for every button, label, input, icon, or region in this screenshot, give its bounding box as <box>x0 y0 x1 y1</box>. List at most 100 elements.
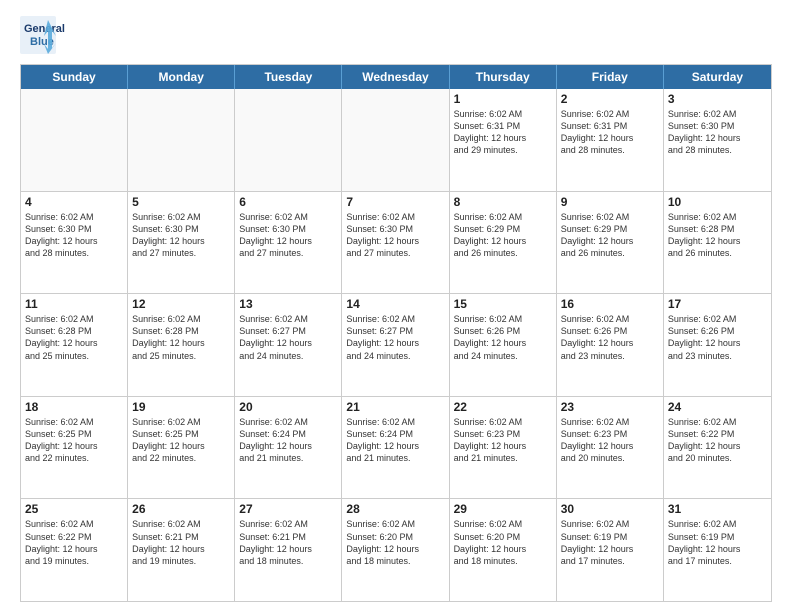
calendar-cell: 8 Sunrise: 6:02 AM Sunset: 6:29 PM Daylig… <box>450 192 557 294</box>
calendar-cell: 11 Sunrise: 6:02 AM Sunset: 6:28 PM Dayli… <box>21 294 128 396</box>
calendar-cell: 18 Sunrise: 6:02 AM Sunset: 6:25 PM Dayli… <box>21 397 128 499</box>
calendar-cell <box>128 89 235 191</box>
calendar-cell: 23 Sunrise: 6:02 AM Sunset: 6:23 PM Dayli… <box>557 397 664 499</box>
cell-day-number: 23 <box>561 400 659 414</box>
cell-day-number: 1 <box>454 92 552 106</box>
cell-content: Sunrise: 6:02 AM Sunset: 6:26 PM Dayligh… <box>668 313 767 362</box>
cell-day-number: 12 <box>132 297 230 311</box>
logo-svg: General Blue <box>20 16 110 56</box>
cell-content: Sunrise: 6:02 AM Sunset: 6:30 PM Dayligh… <box>25 211 123 260</box>
cell-day-number: 6 <box>239 195 337 209</box>
calendar-row-4: 25 Sunrise: 6:02 AM Sunset: 6:22 PM Dayli… <box>21 499 771 601</box>
calendar-row-1: 4Sunrise: 6:02 AM Sunset: 6:30 PM Daylig… <box>21 192 771 295</box>
cell-content: Sunrise: 6:02 AM Sunset: 6:23 PM Dayligh… <box>454 416 552 465</box>
cell-day-number: 10 <box>668 195 767 209</box>
cell-content: Sunrise: 6:02 AM Sunset: 6:26 PM Dayligh… <box>561 313 659 362</box>
cell-content: Sunrise: 6:02 AM Sunset: 6:28 PM Dayligh… <box>25 313 123 362</box>
calendar-cell: 1 Sunrise: 6:02 AM Sunset: 6:31 PM Daylig… <box>450 89 557 191</box>
calendar-row-2: 11 Sunrise: 6:02 AM Sunset: 6:28 PM Dayli… <box>21 294 771 397</box>
calendar-cell: 12 Sunrise: 6:02 AM Sunset: 6:28 PM Dayli… <box>128 294 235 396</box>
cell-day-number: 7 <box>346 195 444 209</box>
cell-content: Sunrise: 6:02 AM Sunset: 6:19 PM Dayligh… <box>668 518 767 567</box>
cell-day-number: 26 <box>132 502 230 516</box>
cell-day-number: 19 <box>132 400 230 414</box>
calendar-cell: 26 Sunrise: 6:02 AM Sunset: 6:21 PM Dayli… <box>128 499 235 601</box>
calendar-cell: 9Sunrise: 6:02 AM Sunset: 6:29 PM Daylig… <box>557 192 664 294</box>
svg-text:General: General <box>24 23 65 35</box>
cell-day-number: 15 <box>454 297 552 311</box>
calendar-cell <box>342 89 449 191</box>
cell-day-number: 18 <box>25 400 123 414</box>
day-name-wednesday: Wednesday <box>342 65 449 89</box>
calendar-cell: 31 Sunrise: 6:02 AM Sunset: 6:19 PM Dayli… <box>664 499 771 601</box>
calendar-cell: 20Sunrise: 6:02 AM Sunset: 6:24 PM Dayli… <box>235 397 342 499</box>
cell-content: Sunrise: 6:02 AM Sunset: 6:28 PM Dayligh… <box>668 211 767 260</box>
cell-content: Sunrise: 6:02 AM Sunset: 6:20 PM Dayligh… <box>454 518 552 567</box>
calendar-header: SundayMondayTuesdayWednesdayThursdayFrid… <box>21 65 771 89</box>
day-name-tuesday: Tuesday <box>235 65 342 89</box>
calendar-cell: 6Sunrise: 6:02 AM Sunset: 6:30 PM Daylig… <box>235 192 342 294</box>
calendar-cell: 24Sunrise: 6:02 AM Sunset: 6:22 PM Dayli… <box>664 397 771 499</box>
cell-content: Sunrise: 6:02 AM Sunset: 6:22 PM Dayligh… <box>25 518 123 567</box>
cell-content: Sunrise: 6:02 AM Sunset: 6:24 PM Dayligh… <box>239 416 337 465</box>
calendar-cell: 22 Sunrise: 6:02 AM Sunset: 6:23 PM Dayli… <box>450 397 557 499</box>
cell-day-number: 22 <box>454 400 552 414</box>
cell-content: Sunrise: 6:02 AM Sunset: 6:31 PM Dayligh… <box>454 108 552 157</box>
calendar-cell: 21Sunrise: 6:02 AM Sunset: 6:24 PM Dayli… <box>342 397 449 499</box>
calendar-cell: 3 Sunrise: 6:02 AM Sunset: 6:30 PM Daylig… <box>664 89 771 191</box>
cell-day-number: 5 <box>132 195 230 209</box>
calendar-cell: 19Sunrise: 6:02 AM Sunset: 6:25 PM Dayli… <box>128 397 235 499</box>
cell-day-number: 13 <box>239 297 337 311</box>
logo: General Blue <box>20 16 110 56</box>
cell-day-number: 11 <box>25 297 123 311</box>
calendar-cell <box>235 89 342 191</box>
page: General Blue SundayMondayTuesdayWednesda… <box>0 0 792 612</box>
calendar-cell: 10 Sunrise: 6:02 AM Sunset: 6:28 PM Dayli… <box>664 192 771 294</box>
cell-content: Sunrise: 6:02 AM Sunset: 6:29 PM Dayligh… <box>454 211 552 260</box>
day-name-thursday: Thursday <box>450 65 557 89</box>
day-name-sunday: Sunday <box>21 65 128 89</box>
calendar-cell: 16Sunrise: 6:02 AM Sunset: 6:26 PM Dayli… <box>557 294 664 396</box>
calendar-cell: 17 Sunrise: 6:02 AM Sunset: 6:26 PM Dayli… <box>664 294 771 396</box>
cell-day-number: 3 <box>668 92 767 106</box>
cell-day-number: 2 <box>561 92 659 106</box>
calendar-cell: 27Sunrise: 6:02 AM Sunset: 6:21 PM Dayli… <box>235 499 342 601</box>
cell-day-number: 14 <box>346 297 444 311</box>
cell-day-number: 8 <box>454 195 552 209</box>
cell-day-number: 28 <box>346 502 444 516</box>
header: General Blue <box>20 16 772 56</box>
calendar-cell: 4Sunrise: 6:02 AM Sunset: 6:30 PM Daylig… <box>21 192 128 294</box>
cell-content: Sunrise: 6:02 AM Sunset: 6:30 PM Dayligh… <box>346 211 444 260</box>
cell-day-number: 17 <box>668 297 767 311</box>
calendar-body: 1 Sunrise: 6:02 AM Sunset: 6:31 PM Daylig… <box>21 89 771 601</box>
cell-content: Sunrise: 6:02 AM Sunset: 6:24 PM Dayligh… <box>346 416 444 465</box>
calendar: SundayMondayTuesdayWednesdayThursdayFrid… <box>20 64 772 602</box>
cell-content: Sunrise: 6:02 AM Sunset: 6:27 PM Dayligh… <box>346 313 444 362</box>
calendar-cell: 7 Sunrise: 6:02 AM Sunset: 6:30 PM Daylig… <box>342 192 449 294</box>
cell-content: Sunrise: 6:02 AM Sunset: 6:23 PM Dayligh… <box>561 416 659 465</box>
day-name-saturday: Saturday <box>664 65 771 89</box>
cell-content: Sunrise: 6:02 AM Sunset: 6:22 PM Dayligh… <box>668 416 767 465</box>
cell-day-number: 29 <box>454 502 552 516</box>
calendar-cell: 13 Sunrise: 6:02 AM Sunset: 6:27 PM Dayli… <box>235 294 342 396</box>
cell-content: Sunrise: 6:02 AM Sunset: 6:21 PM Dayligh… <box>132 518 230 567</box>
calendar-cell: 15Sunrise: 6:02 AM Sunset: 6:26 PM Dayli… <box>450 294 557 396</box>
calendar-cell: 5Sunrise: 6:02 AM Sunset: 6:30 PM Daylig… <box>128 192 235 294</box>
cell-day-number: 25 <box>25 502 123 516</box>
calendar-cell <box>21 89 128 191</box>
day-name-friday: Friday <box>557 65 664 89</box>
cell-content: Sunrise: 6:02 AM Sunset: 6:20 PM Dayligh… <box>346 518 444 567</box>
calendar-cell: 29 Sunrise: 6:02 AM Sunset: 6:20 PM Dayli… <box>450 499 557 601</box>
cell-day-number: 9 <box>561 195 659 209</box>
calendar-row-3: 18 Sunrise: 6:02 AM Sunset: 6:25 PM Dayli… <box>21 397 771 500</box>
calendar-row-0: 1 Sunrise: 6:02 AM Sunset: 6:31 PM Daylig… <box>21 89 771 192</box>
cell-day-number: 31 <box>668 502 767 516</box>
cell-content: Sunrise: 6:02 AM Sunset: 6:19 PM Dayligh… <box>561 518 659 567</box>
cell-content: Sunrise: 6:02 AM Sunset: 6:27 PM Dayligh… <box>239 313 337 362</box>
cell-content: Sunrise: 6:02 AM Sunset: 6:25 PM Dayligh… <box>25 416 123 465</box>
cell-content: Sunrise: 6:02 AM Sunset: 6:31 PM Dayligh… <box>561 108 659 157</box>
cell-content: Sunrise: 6:02 AM Sunset: 6:28 PM Dayligh… <box>132 313 230 362</box>
calendar-cell: 28 Sunrise: 6:02 AM Sunset: 6:20 PM Dayli… <box>342 499 449 601</box>
cell-content: Sunrise: 6:02 AM Sunset: 6:30 PM Dayligh… <box>668 108 767 157</box>
calendar-cell: 14 Sunrise: 6:02 AM Sunset: 6:27 PM Dayli… <box>342 294 449 396</box>
